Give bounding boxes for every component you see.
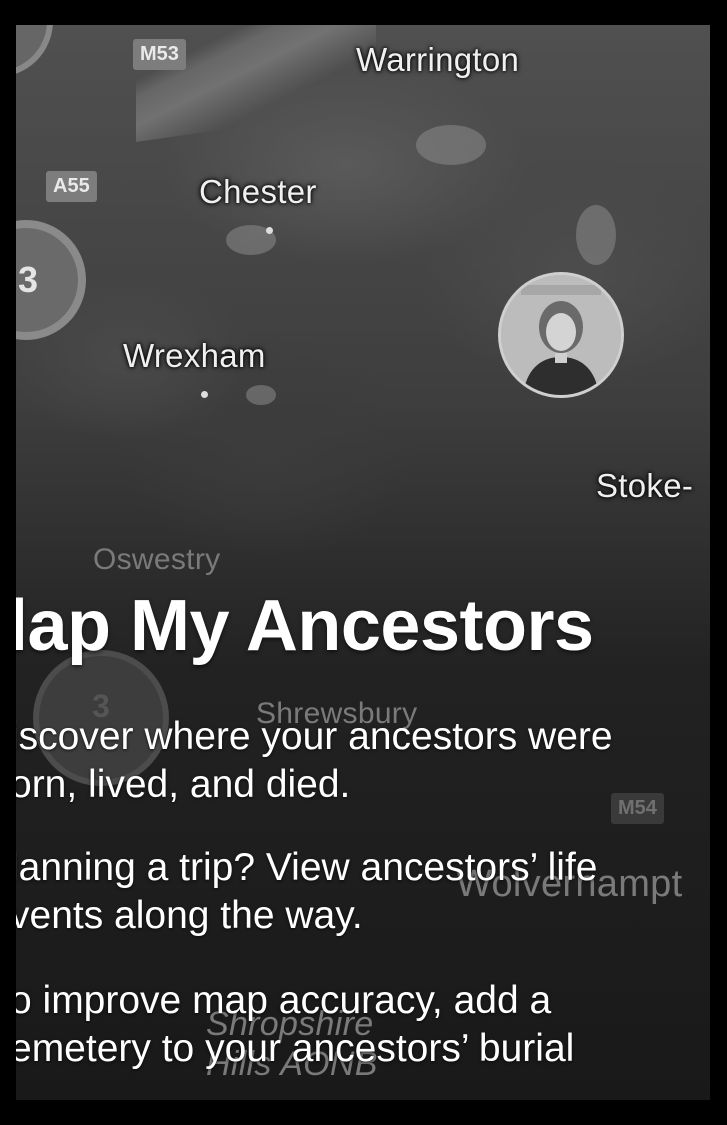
place-label-wrexham: Wrexham bbox=[123, 337, 266, 374]
road-badge-a55: A55 bbox=[46, 171, 97, 202]
urban-area bbox=[576, 205, 616, 265]
place-label-chester: Chester bbox=[199, 173, 317, 210]
onboarding-paragraph-1: iscover where your ancestors were orn, l… bbox=[16, 715, 613, 806]
ancestor-cluster-marker[interactable]: 3 bbox=[16, 220, 86, 340]
map-view[interactable]: 3 3 M53 Warrington A55 Chester Wrexham S… bbox=[16, 25, 710, 1100]
device-frame: 3 3 M53 Warrington A55 Chester Wrexham S… bbox=[0, 0, 727, 1125]
onboarding-paragraph-3: o improve map accuracy, add a emetery to… bbox=[16, 979, 575, 1070]
onboarding-paragraph-2: lanning a trip? View ancestors’ life ven… bbox=[16, 846, 598, 937]
ancestor-cluster-marker[interactable] bbox=[16, 25, 53, 77]
place-label-oswestry: Oswestry bbox=[93, 543, 221, 576]
urban-area bbox=[246, 385, 276, 405]
place-label-stoke: Stoke- bbox=[596, 467, 694, 504]
road-badge-m54: M54 bbox=[611, 793, 664, 824]
city-dot bbox=[266, 227, 273, 234]
city-dot bbox=[201, 391, 208, 398]
ancestor-photo-marker[interactable] bbox=[498, 272, 624, 398]
road-badge-m53: M53 bbox=[133, 39, 186, 70]
place-label-warrington: Warrington bbox=[356, 41, 520, 78]
onboarding-title: lap My Ancestors bbox=[16, 586, 594, 666]
urban-area bbox=[416, 125, 486, 165]
cluster-count: 3 bbox=[18, 259, 39, 300]
ancestor-portrait-icon bbox=[501, 275, 621, 395]
